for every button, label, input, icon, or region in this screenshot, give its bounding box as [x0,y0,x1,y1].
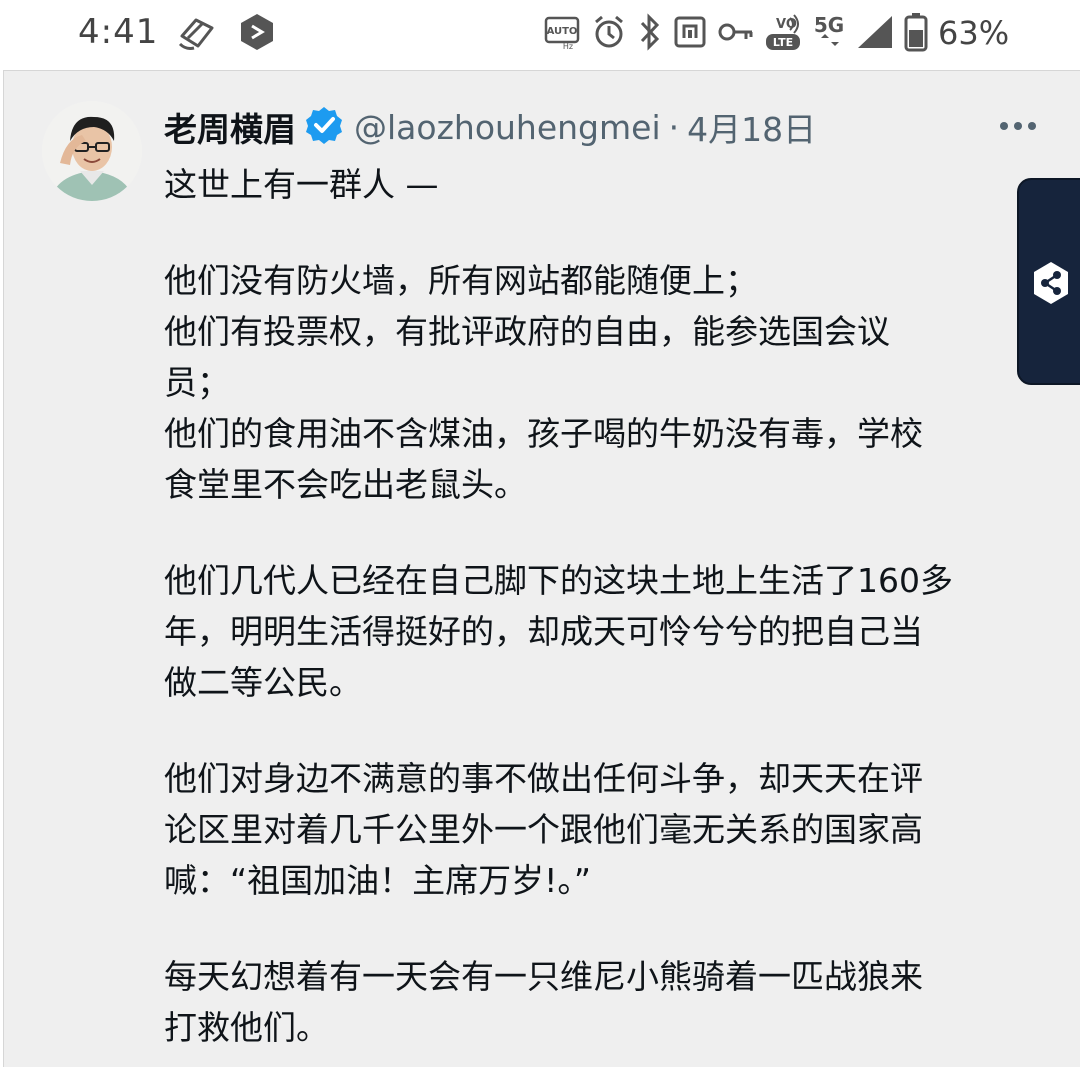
floating-side-tab[interactable] [1017,178,1080,385]
tweet-line: 年，明明生活得挺好的，却成天可怜兮兮的把自己当 [164,612,923,651]
signal-icon [856,14,894,54]
5g-icon: 5G [812,10,846,56]
tweet-line: 做二等公民。 [164,663,362,702]
battery-icon [904,12,928,56]
tweet-line-gap [164,708,1044,753]
tweet-line: 他们几代人已经在自己脚下的这块土地上生活了160多 [164,561,953,600]
app-icon [238,12,276,56]
tweet-line: 打救他们。 [164,1008,329,1047]
status-bar: 4:41 AUTO Hz VO LTE 5G 63% [0,0,1080,66]
auto-hz-icon: AUTO Hz [544,16,580,54]
svg-text:AUTO: AUTO [547,26,578,37]
sync-icon [176,14,218,56]
author-name[interactable]: 老周横眉 [164,103,296,151]
tweet-line: 论区里对着几千公里外一个跟他们毫无关系的国家高 [164,810,923,849]
tweet-text: 这世上有一群人 — 他们没有防火墙，所有网站都能随便上； 他们有投票权，有批评政… [164,159,1044,1053]
tweet-line: 他们有投票权，有批评政府的自由，能参选国会议 [164,312,890,351]
verified-badge-icon [304,105,344,149]
more-icon [1000,122,1036,130]
more-options-button[interactable] [994,111,1044,141]
svg-text:LTE: LTE [773,36,793,49]
tweet-line-gap [164,210,1044,255]
author-row: 老周横眉 @laozhouhengmei · 4月18日 [164,105,816,149]
author-handle[interactable]: @laozhouhengmei [354,108,661,147]
separator: · [668,107,680,147]
tweet-line: 喊：“祖国加油！主席万岁!。” [164,861,591,900]
tweet-line-gap [164,510,1044,555]
svg-text:5G: 5G [814,13,844,37]
tweet-line: 这世上有一群人 — [164,165,439,204]
tweet-line: 食堂里不会吃出老鼠头。 [164,465,527,504]
bluetooth-icon [638,12,662,56]
nfc-icon [674,16,706,52]
share-app-icon [1031,260,1071,310]
avatar[interactable] [42,101,142,201]
tweet-line: 每天幻想着有一天会有一只维尼小熊骑着一匹战狼来 [164,957,923,996]
status-time: 4:41 [78,12,159,52]
tweet-card[interactable]: 老周横眉 @laozhouhengmei · 4月18日 这世上有一群人 — 他… [3,70,1080,1067]
battery-percent: 63% [938,14,1010,52]
tweet-line: 他们没有防火墙，所有网站都能随便上； [164,261,758,300]
volte-icon: VO LTE [764,12,802,56]
svg-text:Hz: Hz [563,42,573,50]
alarm-icon [592,14,626,54]
tweet-line: 他们对身边不满意的事不做出任何斗争，却天天在评 [164,759,923,798]
post-date[interactable]: 4月18日 [687,103,816,151]
key-icon [718,20,754,48]
tweet-line-gap [164,906,1044,951]
tweet-line: 他们的食用油不含煤油，孩子喝的牛奶没有毒，学校 [164,414,923,453]
tweet-line: 员； [164,363,230,402]
